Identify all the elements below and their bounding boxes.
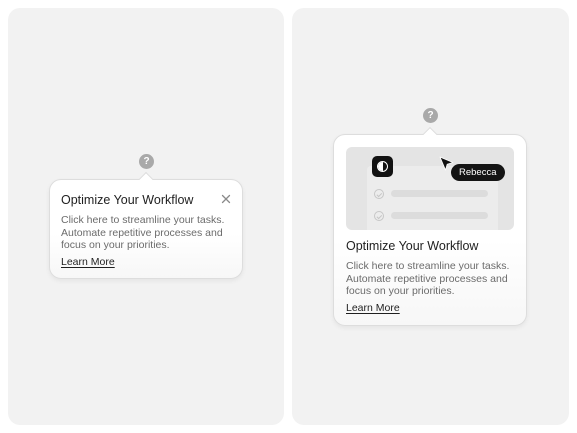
skeleton-line (391, 212, 488, 219)
learn-more-link[interactable]: Learn More (61, 256, 115, 268)
tooltip-title: Optimize Your Workflow (346, 239, 479, 253)
tooltip-caret (422, 126, 438, 142)
tooltip-rich: Rebecca Optimize Your Workflow Click her… (333, 126, 527, 326)
right-panel: ? Rebecca Optimize Your Workflow Click h… (292, 8, 569, 425)
tooltip-preview-image: Rebecca (346, 147, 514, 230)
left-panel: ? Optimize Your Workflow Click here to s… (8, 8, 284, 425)
tooltip-body: Click here to streamline your tasks. Aut… (61, 214, 225, 251)
contrast-icon (372, 156, 393, 177)
tooltip-body: Click here to streamline your tasks. Aut… (346, 260, 510, 297)
skeleton-line (391, 190, 488, 197)
check-circle-icon (374, 189, 384, 199)
help-icon[interactable]: ? (139, 154, 154, 169)
tooltip-compact: Optimize Your Workflow Click here to str… (49, 171, 243, 279)
close-icon[interactable] (221, 194, 231, 204)
tooltip-caret (138, 171, 154, 187)
tooltip-title: Optimize Your Workflow (61, 193, 194, 207)
learn-more-link[interactable]: Learn More (346, 302, 400, 314)
help-icon[interactable]: ? (423, 108, 438, 123)
user-tag: Rebecca (451, 164, 505, 181)
check-circle-icon (374, 211, 384, 221)
